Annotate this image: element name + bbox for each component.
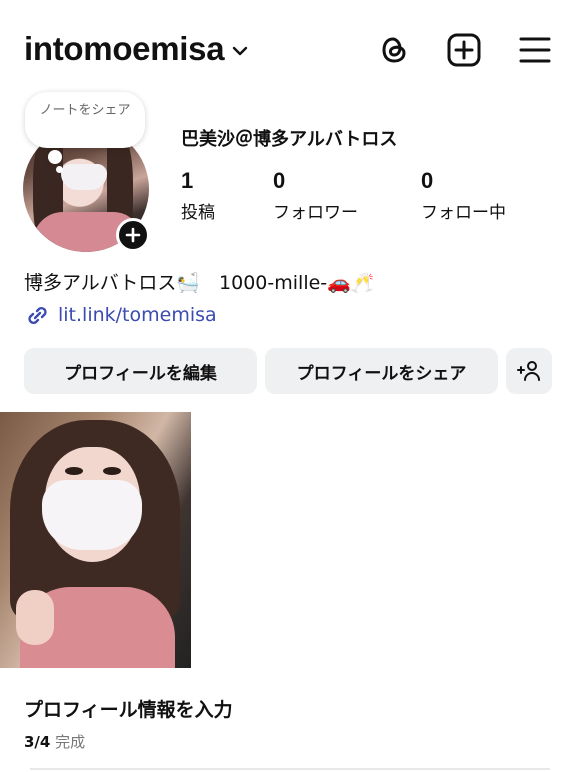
stat-label: 投稿 bbox=[181, 203, 215, 223]
progress-count: 3/4 bbox=[24, 733, 51, 751]
onboarding-progress: 3/4 完成 bbox=[24, 731, 85, 752]
note-bubble-tail bbox=[48, 150, 62, 164]
account-switcher[interactable]: intomoemisa bbox=[24, 30, 248, 68]
profile-link-text: lit.link/tomemisa bbox=[58, 304, 217, 326]
onboarding-title: プロフィール情報を入力 bbox=[24, 699, 233, 721]
avatar-mask bbox=[61, 164, 107, 190]
stat-label: フォロー中 bbox=[421, 203, 506, 223]
stat-value: 0 bbox=[273, 168, 286, 193]
divider bbox=[30, 768, 550, 770]
plus-icon bbox=[125, 227, 141, 243]
stat-label: フォロワー bbox=[273, 203, 358, 223]
post-thumbnail[interactable] bbox=[0, 412, 191, 668]
stat-value: 0 bbox=[421, 168, 434, 193]
create-icon[interactable] bbox=[446, 32, 482, 68]
profile-header: intomoemisa bbox=[0, 0, 576, 100]
add-person-icon bbox=[517, 361, 540, 381]
add-story-button[interactable] bbox=[116, 218, 150, 252]
progress-label: 完成 bbox=[55, 733, 86, 751]
photo-mask bbox=[42, 480, 142, 550]
display-name: 巴美沙＠博多アルバトロス bbox=[181, 129, 398, 150]
note-bubble[interactable]: ノートをシェア bbox=[25, 92, 145, 148]
profile-bio: 博多アルバトロス🛀 1000-mille-🚗🥂 bbox=[24, 272, 375, 294]
username-title: intomoemisa bbox=[24, 30, 225, 67]
chevron-down-icon bbox=[233, 46, 248, 56]
note-text: ノートをシェア bbox=[39, 103, 131, 118]
stat-posts[interactable]: 1 投稿 bbox=[181, 168, 215, 223]
stat-followers[interactable]: 0 フォロワー bbox=[273, 168, 358, 223]
note-bubble-tail bbox=[56, 166, 63, 173]
stat-value: 1 bbox=[181, 168, 194, 193]
stat-following[interactable]: 0 フォロー中 bbox=[421, 168, 506, 223]
photo-hand bbox=[16, 590, 54, 645]
photo-eye bbox=[103, 467, 121, 475]
threads-icon[interactable] bbox=[376, 32, 412, 68]
profile-link[interactable]: lit.link/tomemisa bbox=[24, 303, 217, 327]
menu-icon[interactable] bbox=[517, 32, 553, 68]
photo-eye bbox=[65, 467, 83, 475]
discover-people-button[interactable] bbox=[506, 348, 552, 394]
edit-profile-button[interactable]: プロフィールを編集 bbox=[24, 348, 257, 394]
link-icon bbox=[28, 306, 47, 325]
share-profile-button[interactable]: プロフィールをシェア bbox=[265, 348, 498, 394]
